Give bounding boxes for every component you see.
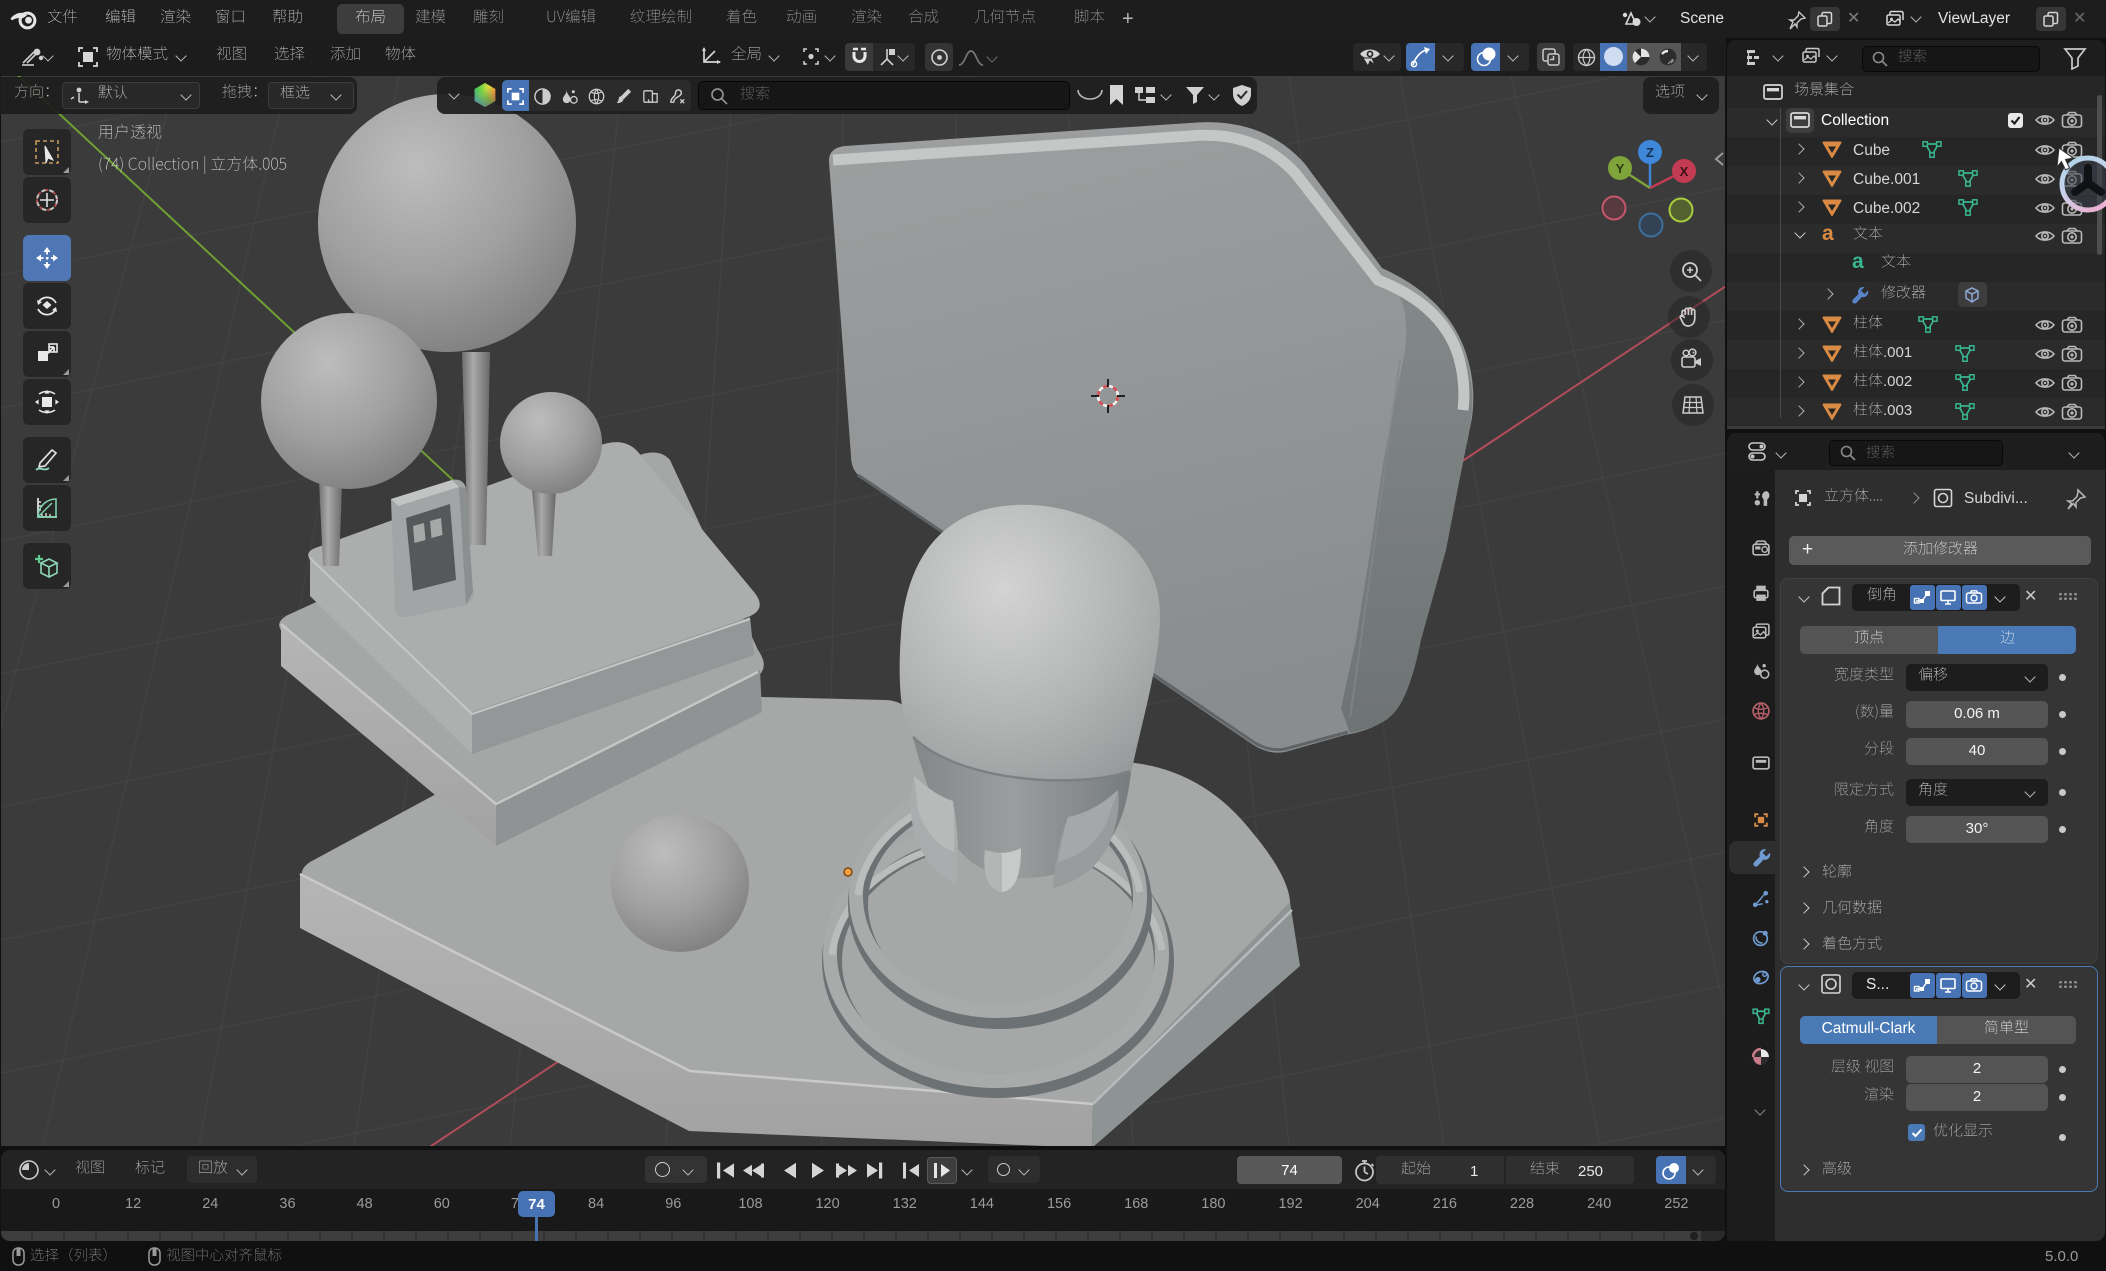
- svg-text:Y: Y: [1616, 161, 1625, 176]
- svg-text:Z: Z: [1646, 145, 1654, 160]
- svg-text:X: X: [1680, 164, 1689, 179]
